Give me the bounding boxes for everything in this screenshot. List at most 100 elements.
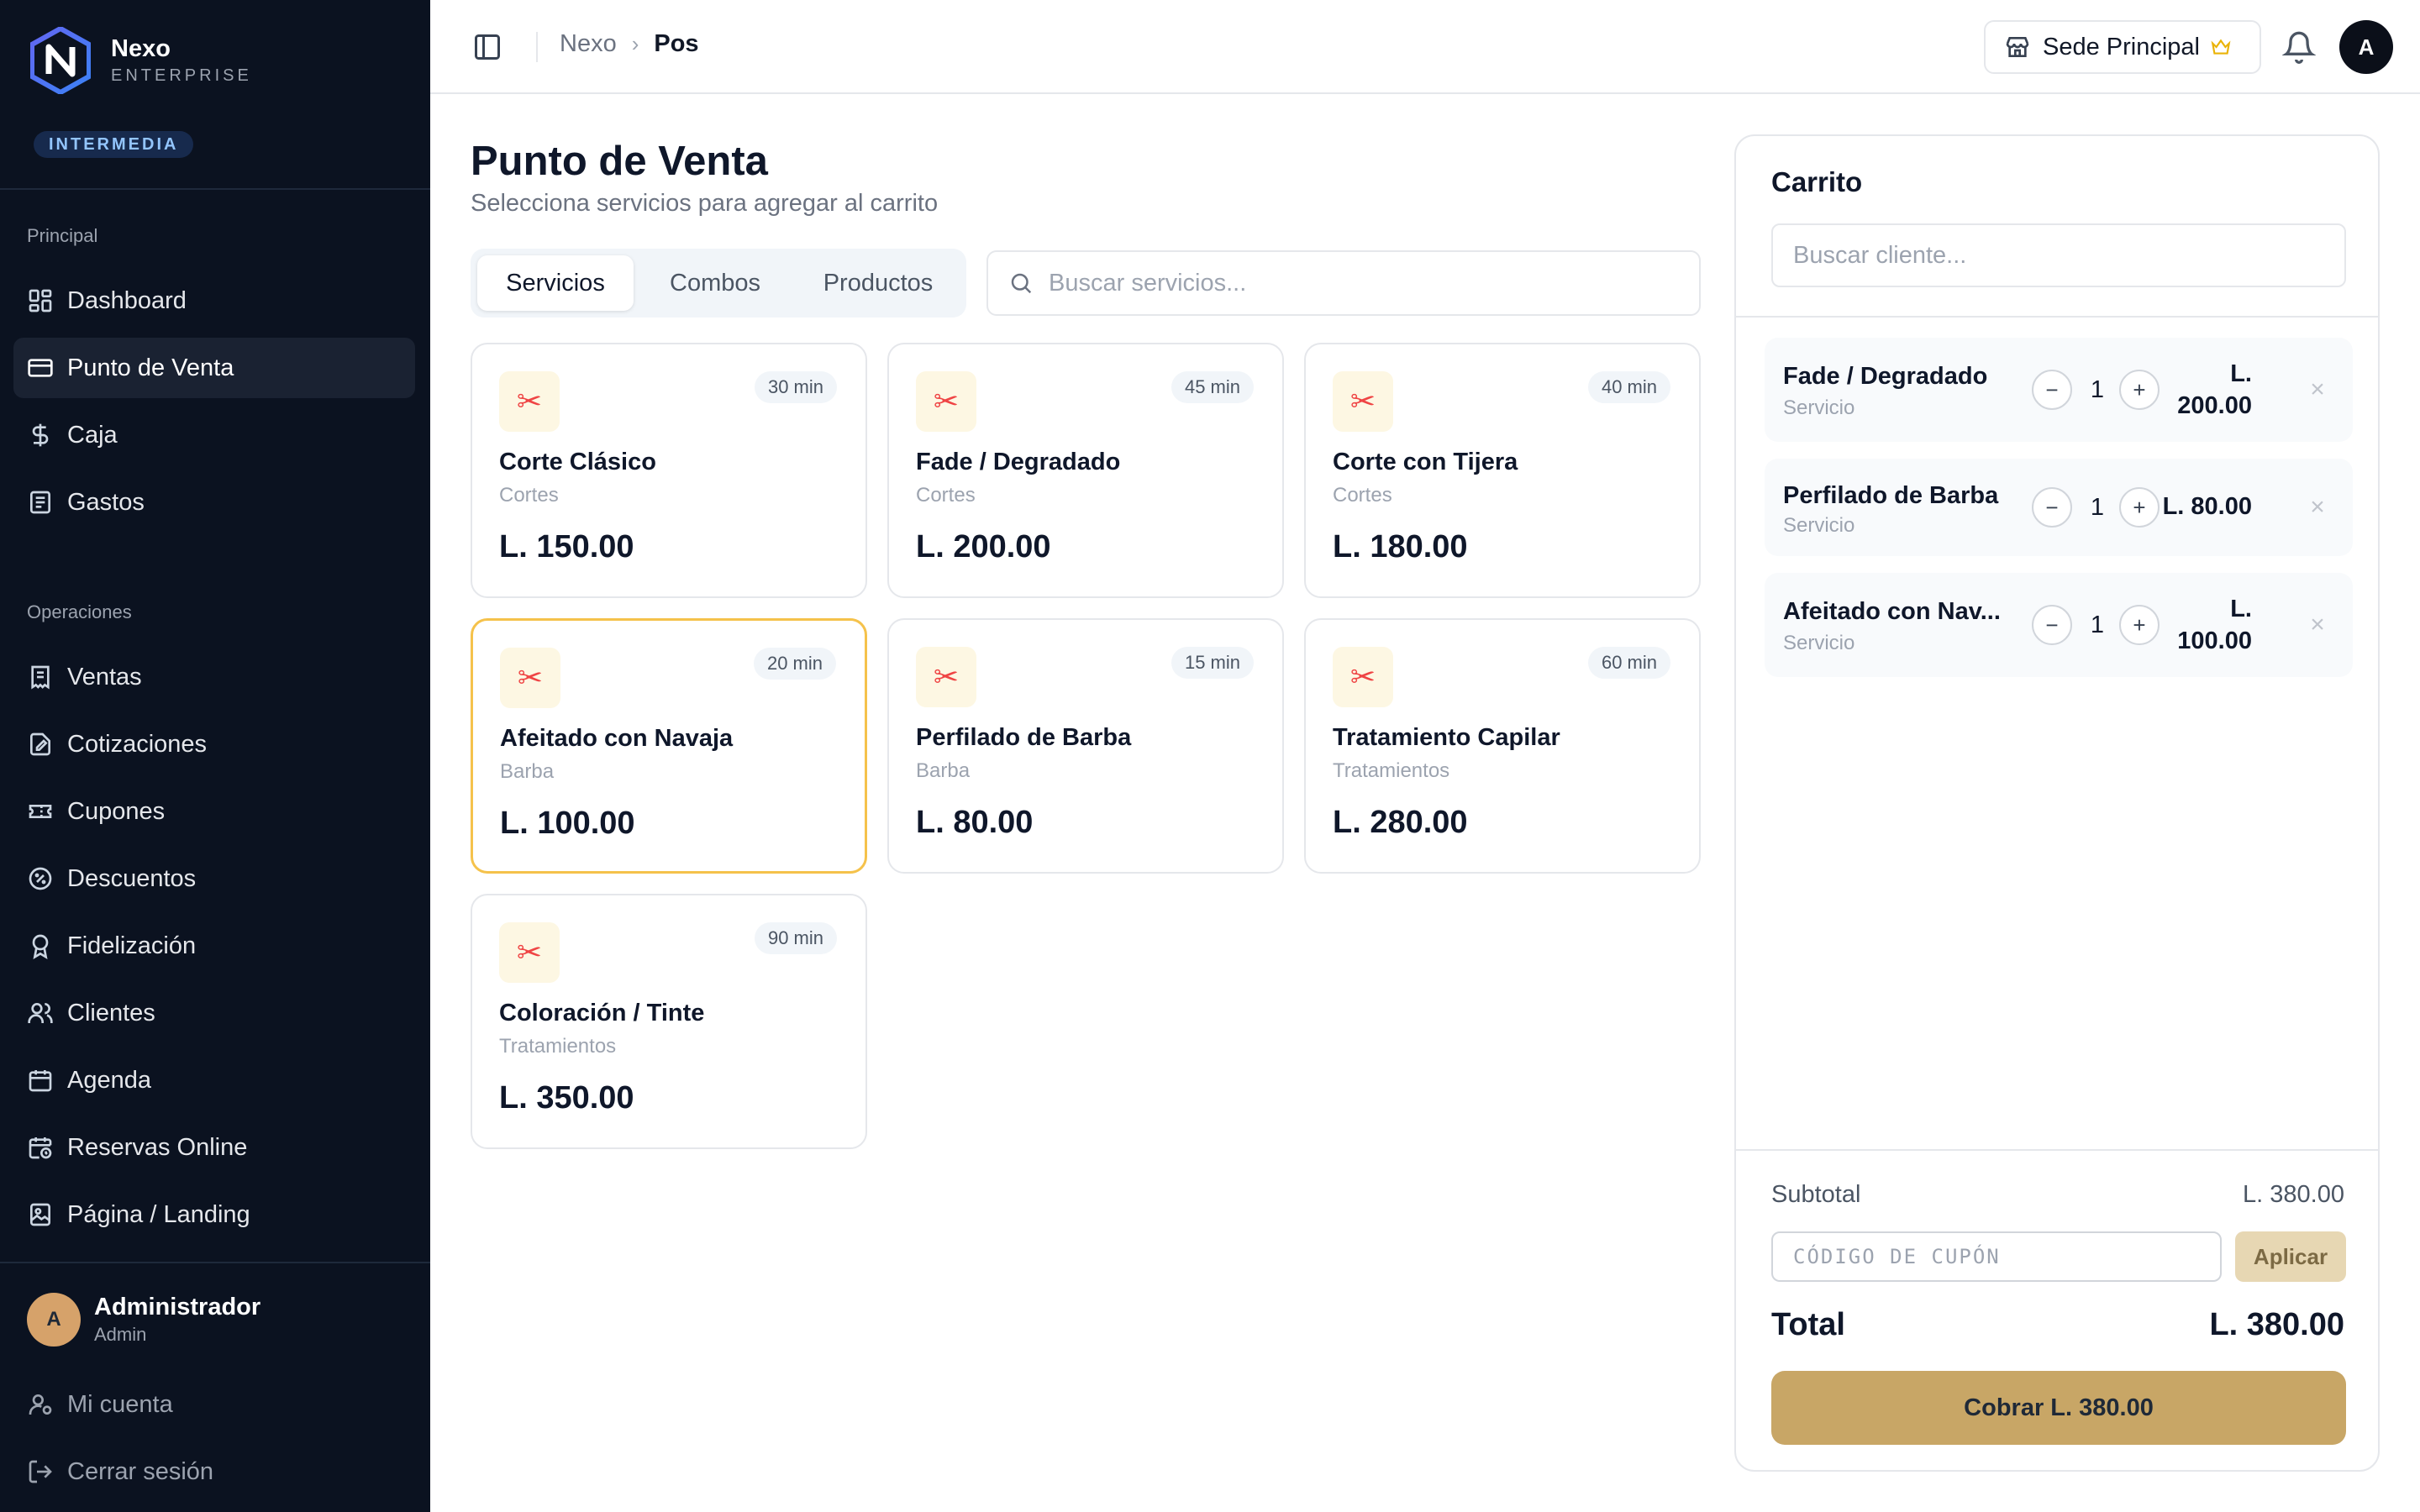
tab-combos[interactable]: Combos bbox=[637, 255, 793, 311]
service-category: Tratamientos bbox=[499, 1035, 617, 1058]
charge-button[interactable]: Cobrar L. 380.00 bbox=[1771, 1371, 2346, 1445]
service-name: Afeitado con Navaja bbox=[500, 725, 734, 752]
sidebar-item-label: Fidelización bbox=[67, 932, 197, 959]
remove-item-icon[interactable]: × bbox=[2304, 375, 2331, 403]
crown-icon bbox=[2211, 39, 2231, 55]
sidebar-item-gastos[interactable]: Gastos bbox=[13, 472, 415, 533]
cart-item-price-amount: 100.00 bbox=[2177, 627, 2252, 654]
remove-item-icon[interactable]: × bbox=[2304, 493, 2331, 521]
cart-item-type: Servicio bbox=[1783, 632, 1855, 654]
sidebar-item-mi-cuenta[interactable]: Mi cuenta bbox=[13, 1374, 415, 1435]
total-label: Total bbox=[1771, 1307, 1845, 1342]
apply-coupon-button[interactable]: Aplicar bbox=[2235, 1231, 2346, 1282]
decrease-qty-button[interactable]: − bbox=[2032, 487, 2072, 528]
sidebar-item-cupones[interactable]: Cupones bbox=[13, 781, 415, 842]
avatar: A bbox=[27, 1293, 81, 1347]
service-card[interactable]: ✂ 90 min Coloración / Tinte Tratamientos… bbox=[471, 894, 867, 1149]
avatar[interactable]: A bbox=[2339, 20, 2393, 74]
service-card[interactable]: ✂ 15 min Perfilado de Barba Barba L. 80.… bbox=[887, 618, 1284, 874]
user-settings-icon bbox=[29, 1394, 52, 1415]
sidebar-item-dashboard[interactable]: Dashboard bbox=[13, 270, 415, 331]
total-value: L. 380.00 bbox=[2209, 1307, 2344, 1342]
service-name: Perfilado de Barba bbox=[916, 724, 1132, 751]
customer-search-input[interactable]: Buscar cliente... bbox=[1771, 223, 2346, 287]
sidebar-item-label: Reservas Online bbox=[67, 1133, 248, 1161]
sidebar-item-label: Dashboard bbox=[67, 286, 187, 314]
decrease-qty-button[interactable]: − bbox=[2032, 605, 2072, 645]
service-price: L. 150.00 bbox=[499, 529, 634, 564]
service-card[interactable]: ✂ 30 min Corte Clásico Cortes L. 150.00 bbox=[471, 343, 867, 598]
cart-item-price-currency: L. bbox=[2230, 360, 2252, 387]
cart-item-price-currency: L. bbox=[2230, 596, 2252, 622]
service-card[interactable]: ✂ 60 min Tratamiento Capilar Tratamiento… bbox=[1304, 618, 1701, 874]
cart-item-name: Fade / Degradado bbox=[1783, 363, 1988, 390]
cart-title: Carrito bbox=[1771, 166, 1863, 197]
cart-item-type: Servicio bbox=[1783, 514, 1855, 537]
tab-productos[interactable]: Productos bbox=[797, 255, 960, 311]
sidebar-item-ventas[interactable]: Ventas bbox=[13, 647, 415, 707]
brand[interactable]: Nexo ENTERPRISE bbox=[30, 27, 252, 94]
service-category: Cortes bbox=[499, 484, 559, 507]
sidebar-divider bbox=[0, 1262, 430, 1263]
item-quantity: 1 bbox=[2090, 612, 2105, 638]
scissors-icon: ✂ bbox=[499, 371, 560, 432]
sidebar-item-pagina-landing[interactable]: Página / Landing bbox=[13, 1184, 415, 1245]
service-card-selected[interactable]: ✂ 20 min Afeitado con Navaja Barba L. 10… bbox=[471, 618, 867, 874]
search-placeholder: Buscar servicios... bbox=[1049, 269, 1247, 297]
search-services-input[interactable]: Buscar servicios... bbox=[986, 250, 1701, 316]
cart-line-item: Afeitado con Nav... Servicio − 1 + L. 10… bbox=[1765, 573, 2353, 677]
catalog-tabs: Servicios Combos Productos bbox=[471, 249, 966, 318]
cart-item-price: L. 200.00 bbox=[2134, 358, 2252, 422]
scissors-icon: ✂ bbox=[916, 647, 976, 707]
sidebar-item-fidelizacion[interactable]: Fidelización bbox=[13, 916, 415, 976]
sidebar-toggle-icon[interactable] bbox=[472, 32, 502, 62]
sidebar-item-agenda[interactable]: Agenda bbox=[13, 1050, 415, 1110]
service-price: L. 200.00 bbox=[916, 529, 1051, 564]
tab-servicios[interactable]: Servicios bbox=[477, 255, 634, 311]
coupon-code-input[interactable]: CÓDIGO DE CUPÓN bbox=[1771, 1231, 2222, 1282]
service-card[interactable]: ✂ 45 min Fade / Degradado Cortes L. 200.… bbox=[887, 343, 1284, 598]
card-icon bbox=[28, 359, 53, 377]
service-category: Cortes bbox=[916, 484, 976, 507]
sidebar-item-label: Punto de Venta bbox=[67, 354, 234, 381]
sidebar-item-reservas-online[interactable]: Reservas Online bbox=[13, 1117, 415, 1178]
sidebar-item-label: Página / Landing bbox=[67, 1200, 250, 1228]
brand-subtitle: ENTERPRISE bbox=[111, 66, 252, 85]
service-name: Corte con Tijera bbox=[1333, 449, 1518, 475]
section-label-operaciones: Operaciones bbox=[27, 601, 132, 622]
sidebar-item-cerrar-sesion[interactable]: Cerrar sesión bbox=[13, 1441, 415, 1502]
branch-selector-button[interactable]: Sede Principal bbox=[1984, 20, 2261, 74]
service-category: Tratamientos bbox=[1333, 759, 1450, 782]
item-quantity: 1 bbox=[2090, 494, 2105, 521]
sidebar-item-descuentos[interactable]: Descuentos bbox=[13, 848, 415, 909]
sidebar-item-label: Agenda bbox=[67, 1066, 151, 1094]
sidebar-item-cotizaciones[interactable]: Cotizaciones bbox=[13, 714, 415, 774]
top-header: Nexo › Pos Sede Principal A bbox=[430, 0, 2420, 94]
bell-icon[interactable] bbox=[2282, 30, 2316, 64]
decrease-qty-button[interactable]: − bbox=[2032, 370, 2072, 410]
sidebar-divider bbox=[0, 188, 430, 190]
service-name: Fade / Degradado bbox=[916, 449, 1121, 475]
sidebar-item-clientes[interactable]: Clientes bbox=[13, 983, 415, 1043]
cart-item-type: Servicio bbox=[1783, 396, 1855, 419]
scissors-icon: ✂ bbox=[499, 922, 560, 983]
brand-name: Nexo bbox=[111, 35, 171, 62]
service-card[interactable]: ✂ 40 min Corte con Tijera Cortes L. 180.… bbox=[1304, 343, 1701, 598]
user-profile[interactable]: A Administrador Admin bbox=[27, 1292, 260, 1347]
sidebar-item-punto-de-venta[interactable]: Punto de Venta bbox=[13, 338, 415, 398]
duration-badge: 60 min bbox=[1587, 647, 1670, 679]
calendar-clock-icon bbox=[29, 1137, 52, 1159]
plan-badge: INTERMEDIA bbox=[34, 131, 194, 158]
subtotal-value: L. 380.00 bbox=[2243, 1181, 2344, 1208]
remove-item-icon[interactable]: × bbox=[2304, 611, 2331, 638]
service-price: L. 280.00 bbox=[1333, 805, 1468, 840]
sidebar-item-label: Cerrar sesión bbox=[67, 1457, 214, 1485]
sidebar-item-label: Ventas bbox=[67, 663, 142, 690]
service-name: Corte Clásico bbox=[499, 449, 656, 475]
sidebar-item-caja[interactable]: Caja bbox=[13, 405, 415, 465]
service-category: Barba bbox=[500, 760, 555, 783]
branch-label: Sede Principal bbox=[2043, 33, 2200, 60]
users-icon bbox=[28, 1003, 53, 1023]
sidebar-item-label: Caja bbox=[67, 421, 118, 449]
breadcrumb-root[interactable]: Nexo bbox=[560, 30, 617, 58]
